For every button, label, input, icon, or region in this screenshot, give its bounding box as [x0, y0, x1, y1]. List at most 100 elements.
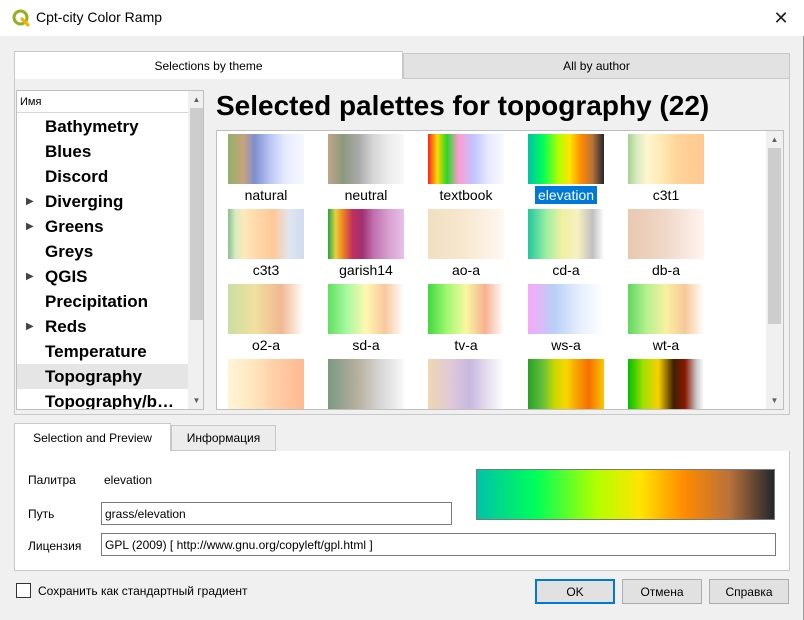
path-field[interactable]: grass/elevation	[101, 502, 452, 525]
save-default-label[interactable]: Сохранить как стандартный градиент	[38, 584, 248, 598]
palette-swatch[interactable]	[628, 359, 704, 409]
tree-item-greys[interactable]: Greys	[17, 239, 188, 264]
palette-name: db-a	[651, 262, 681, 278]
tree-item-discord[interactable]: Discord	[17, 164, 188, 189]
palette-name: natural	[244, 187, 288, 203]
palette-swatch[interactable]	[328, 209, 404, 259]
palette-swatch[interactable]	[428, 359, 504, 409]
palette-label[interactable]: db-a	[616, 261, 716, 280]
palette-swatch[interactable]	[228, 134, 304, 184]
tree-item-greens[interactable]: ▶ Greens	[17, 214, 188, 239]
palette-label[interactable]: elevation	[516, 186, 616, 205]
palette-swatch[interactable]	[428, 134, 504, 184]
palette-swatch[interactable]	[228, 359, 304, 409]
palette-grid[interactable]: ▲ ▼ natural neutral textbook elevation c3t1 c…	[216, 130, 784, 410]
palette-name: c3t1	[652, 187, 680, 203]
palette-swatch[interactable]	[228, 209, 304, 259]
tree-item-label: Bathymetry	[45, 117, 139, 136]
palette-name: sd-a	[352, 337, 380, 353]
tree-item-reds[interactable]: ▶ Reds	[17, 314, 188, 339]
palette-swatch[interactable]	[528, 284, 604, 334]
palette-swatch[interactable]	[628, 134, 704, 184]
tab-all-by-author[interactable]: All by author	[403, 53, 790, 79]
palette-swatch[interactable]	[328, 134, 404, 184]
tree-item-precipitation[interactable]: Precipitation	[17, 289, 188, 314]
scroll-down-icon[interactable]: ▼	[766, 392, 783, 409]
palette-swatch[interactable]	[328, 359, 404, 409]
title-bar: Cpt-city Color Ramp ✕	[0, 0, 804, 36]
palette-swatch[interactable]	[528, 359, 604, 409]
palette-name: o2-a	[251, 337, 281, 353]
tab-information[interactable]: Информация	[171, 425, 276, 451]
palette-swatch[interactable]	[328, 284, 404, 334]
palette-label[interactable]: cd-a	[516, 261, 616, 280]
tree-scrollbar[interactable]: ▲ ▼	[188, 91, 203, 409]
palette-label[interactable]: o2-a	[217, 336, 316, 355]
palette-label[interactable]: ws-a	[516, 336, 616, 355]
palette-label[interactable]: textbook	[416, 186, 516, 205]
close-icon[interactable]: ✕	[758, 0, 804, 36]
palette-label[interactable]: wt-a	[616, 336, 716, 355]
cancel-button[interactable]: Отмена	[622, 579, 702, 604]
tree-items: Bathymetry Blues Discord ▶ Diverging ▶ Greens G…	[17, 114, 188, 410]
tree-item-label: Temperature	[45, 342, 147, 361]
tree-item-label: Topography/b…	[45, 392, 175, 410]
scroll-down-icon[interactable]: ▼	[188, 392, 203, 409]
scroll-thumb[interactable]	[190, 108, 203, 320]
tab-selection-and-preview[interactable]: Selection and Preview	[14, 423, 171, 451]
palette-label[interactable]: natural	[217, 186, 316, 205]
palette-name: wt-a	[652, 337, 680, 353]
tree-item-label: QGIS	[45, 267, 88, 286]
scroll-up-icon[interactable]: ▲	[766, 131, 783, 148]
tab-selections-by-theme[interactable]: Selections by theme	[14, 51, 403, 79]
ok-button[interactable]: OK	[535, 579, 615, 604]
tree-item-label: Reds	[45, 317, 87, 336]
tree-item-topography-b[interactable]: Topography/b…	[17, 389, 188, 410]
save-default-checkbox[interactable]	[16, 583, 31, 598]
tree-item-bathymetry[interactable]: Bathymetry	[17, 114, 188, 139]
palette-label[interactable]: neutral	[316, 186, 416, 205]
palette-label[interactable]: garish14	[316, 261, 416, 280]
palette-name: neutral	[344, 187, 388, 203]
tree-column-header[interactable]: Имя	[17, 91, 188, 113]
theme-tree[interactable]: Имя Bathymetry Blues Discord ▶ Diverging ▶ Gre…	[16, 90, 204, 410]
palette-label[interactable]: c3t3	[217, 261, 316, 280]
expand-arrow-icon[interactable]: ▶	[26, 189, 34, 214]
expand-arrow-icon[interactable]: ▶	[26, 314, 34, 339]
palettes-heading: Selected palettes for topography (22)	[216, 90, 710, 121]
tab-label: All by author	[563, 59, 630, 73]
license-label: Лицензия	[28, 539, 82, 553]
tree-item-label: Topography	[45, 367, 142, 386]
expand-arrow-icon[interactable]: ▶	[26, 214, 34, 239]
palette-label[interactable]: c3t1	[616, 186, 716, 205]
palette-swatch[interactable]	[628, 284, 704, 334]
palette-label[interactable]: ao-a	[416, 261, 516, 280]
palette-swatch[interactable]	[528, 134, 604, 184]
path-label: Путь	[28, 507, 55, 521]
palette-label[interactable]: tv-a	[416, 336, 516, 355]
palette-name: ao-a	[451, 262, 481, 278]
palette-swatch[interactable]	[428, 284, 504, 334]
palette-swatch[interactable]	[228, 284, 304, 334]
palette-name: textbook	[439, 187, 493, 203]
scroll-thumb[interactable]	[768, 148, 781, 324]
tree-item-blues[interactable]: Blues	[17, 139, 188, 164]
help-button[interactable]: Справка	[709, 579, 789, 604]
tab-label: Информация	[186, 431, 261, 445]
palette-name: elevation	[534, 186, 598, 204]
grid-scrollbar[interactable]: ▲ ▼	[766, 131, 783, 409]
palette-swatch[interactable]	[428, 209, 504, 259]
tree-item-temperature[interactable]: Temperature	[17, 339, 188, 364]
palette-swatch[interactable]	[628, 209, 704, 259]
palette-label[interactable]: sd-a	[316, 336, 416, 355]
window-title: Cpt-city Color Ramp	[36, 9, 163, 25]
tree-item-qgis[interactable]: ▶ QGIS	[17, 264, 188, 289]
palette-name: c3t3	[252, 262, 280, 278]
tree-item-label: Blues	[45, 142, 92, 161]
license-field[interactable]: GPL (2009) [ http://www.gnu.org/copyleft…	[101, 533, 776, 556]
tree-item-topography[interactable]: Topography	[17, 364, 188, 389]
tree-item-diverging[interactable]: ▶ Diverging	[17, 189, 188, 214]
palette-swatch[interactable]	[528, 209, 604, 259]
scroll-up-icon[interactable]: ▲	[188, 91, 203, 108]
expand-arrow-icon[interactable]: ▶	[26, 264, 34, 289]
